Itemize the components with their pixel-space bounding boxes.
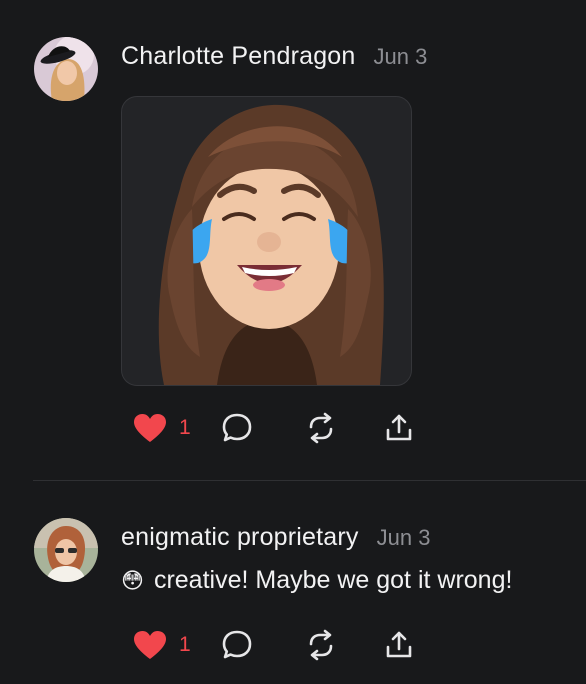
action-bar: 1 bbox=[133, 412, 415, 444]
reply-button[interactable] bbox=[221, 629, 305, 661]
share-button[interactable] bbox=[383, 412, 415, 444]
repost-icon bbox=[305, 412, 337, 444]
avatar[interactable] bbox=[34, 37, 98, 101]
author-name[interactable]: enigmatic proprietary bbox=[121, 523, 359, 552]
comment-bubble-icon bbox=[221, 412, 253, 444]
action-bar: 1 bbox=[133, 629, 415, 661]
post-2: enigmatic proprietary Jun 3 😳 creative! … bbox=[0, 481, 586, 684]
like-count: 1 bbox=[179, 633, 191, 656]
repost-icon bbox=[305, 629, 337, 661]
post-header: Charlotte Pendragon Jun 3 bbox=[121, 42, 427, 71]
heart-icon bbox=[133, 630, 167, 660]
post-1: Charlotte Pendragon Jun 3 1 bbox=[0, 0, 586, 480]
share-button[interactable] bbox=[383, 629, 415, 661]
post-body: creative! Maybe we got it wrong! bbox=[153, 566, 513, 594]
repost-button[interactable] bbox=[305, 629, 383, 661]
flushed-face-emoji: 😳 bbox=[121, 567, 144, 593]
like-count: 1 bbox=[179, 416, 191, 439]
post-date[interactable]: Jun 3 bbox=[377, 525, 431, 551]
post-header: enigmatic proprietary Jun 3 bbox=[121, 523, 430, 552]
avatar[interactable] bbox=[34, 518, 98, 582]
repost-button[interactable] bbox=[305, 412, 383, 444]
reply-button[interactable] bbox=[221, 412, 305, 444]
like-button[interactable]: 1 bbox=[133, 630, 221, 660]
share-icon bbox=[383, 629, 415, 661]
heart-icon bbox=[133, 413, 167, 443]
comment-bubble-icon bbox=[221, 629, 253, 661]
author-name[interactable]: Charlotte Pendragon bbox=[121, 42, 356, 71]
like-button[interactable]: 1 bbox=[133, 413, 221, 443]
post-text: 😳 creative! Maybe we got it wrong! bbox=[121, 566, 512, 595]
post-date[interactable]: Jun 3 bbox=[374, 44, 428, 70]
memoji-image[interactable] bbox=[121, 96, 412, 386]
share-icon bbox=[383, 412, 415, 444]
